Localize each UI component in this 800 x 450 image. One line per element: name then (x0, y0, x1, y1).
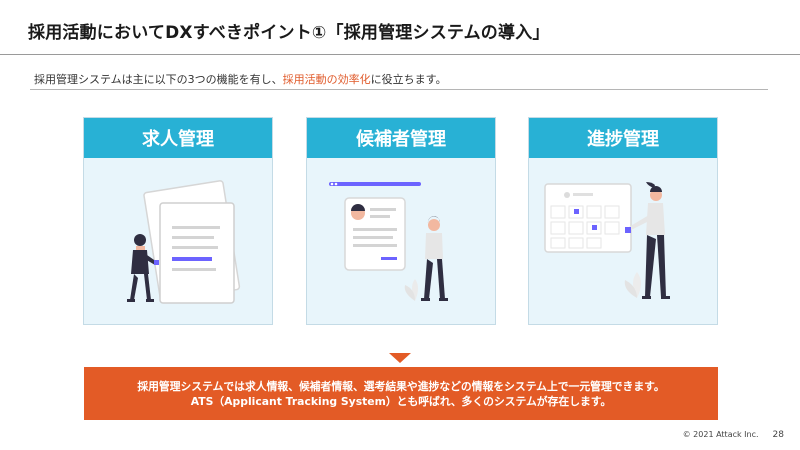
card-candidate-management: 候補者管理 (306, 117, 496, 325)
summary-banner: 採用管理システムでは求人情報、候補者情報、選考結果や進捗などの情報をシステム上で… (84, 367, 718, 420)
page-title: 採用活動においてDXすべきポイント①「採用管理システムの導入」 (28, 23, 550, 43)
card-job-management: 求人管理 (83, 117, 273, 325)
intro-text-highlight: 採用活動の効率化 (282, 73, 371, 86)
footer: © 2021 Attack Inc. 28 (683, 430, 784, 440)
candidate-profile-illustration (329, 182, 448, 301)
card-title: 求人管理 (84, 118, 272, 158)
summary-line-1: 採用管理システムでは求人情報、候補者情報、選考結果や進捗などの情報をシステム上で… (137, 379, 665, 393)
progress-board-illustration (544, 182, 670, 299)
down-arrow-icon (389, 353, 411, 363)
intro-text-before: 採用管理システムは主に以下の3つの機能を有し、 (34, 73, 283, 86)
card-progress-management: 進捗管理 (528, 117, 718, 325)
page-number: 28 (772, 430, 784, 440)
copyright-text: © 2021 Attack Inc. (682, 430, 759, 439)
intro-divider (30, 89, 768, 90)
summary-line-2: ATS（Applicant Tracking System）とも呼ばれ、多くのシ… (190, 394, 612, 408)
card-title: 進捗管理 (529, 118, 717, 158)
intro-text-after: に役立ちます。 (370, 73, 447, 86)
title-divider (0, 54, 800, 55)
job-documents-illustration (127, 180, 241, 304)
card-title: 候補者管理 (307, 118, 495, 158)
intro-text: 採用管理システムは主に以下の3つの機能を有し、採用活動の効率化に役立ちます。 (34, 71, 447, 87)
